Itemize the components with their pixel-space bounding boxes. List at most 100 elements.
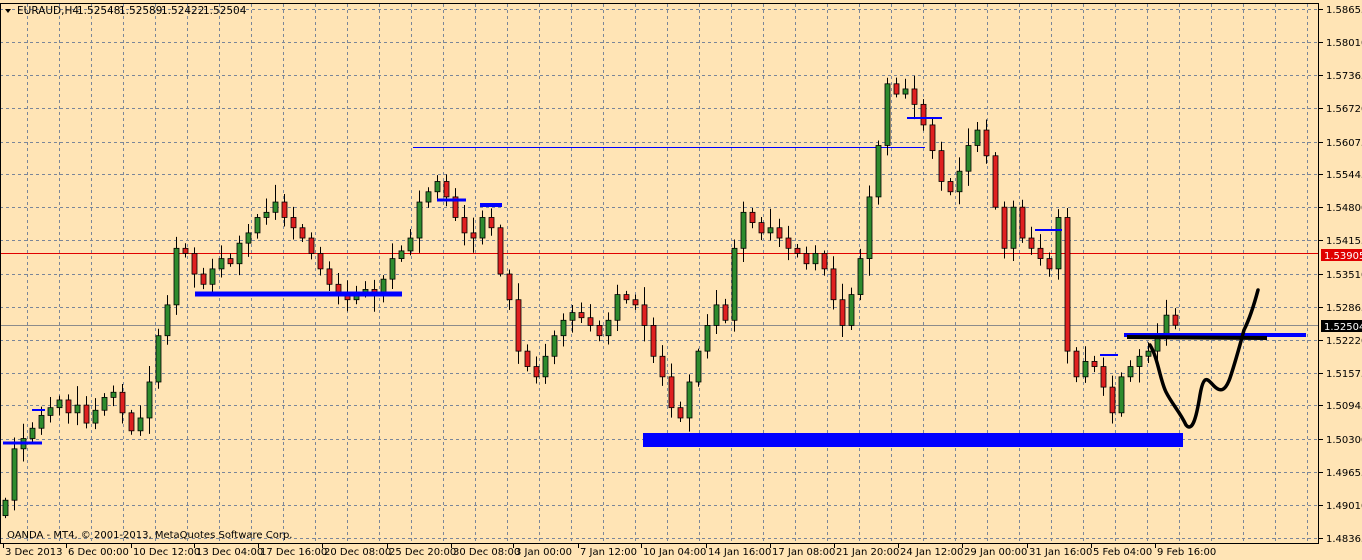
candle (605, 312, 612, 345)
candle (947, 177, 954, 196)
bear-candle-body (803, 253, 810, 265)
candle (884, 77, 891, 156)
candle (659, 345, 666, 386)
candle (614, 284, 621, 331)
bull-candle-body (209, 268, 216, 285)
candle (920, 99, 927, 131)
candle (839, 283, 846, 337)
x-tick-label: 31 Jan 16:00 (1029, 547, 1092, 558)
bull-candle-body (38, 414, 45, 429)
bear-candle-body (947, 181, 954, 193)
y-tick-label: 1.56075 (1326, 138, 1362, 149)
candle (830, 256, 837, 310)
candle (713, 290, 720, 335)
bull-candle-body (1010, 206, 1017, 249)
x-tick-label: 6 Dec 00:00 (68, 547, 129, 558)
bear-candle-body (587, 317, 594, 326)
bull-candle-body (263, 211, 270, 218)
red-level-label: 1.53905 (1321, 249, 1362, 262)
candle (317, 246, 324, 276)
bull-candle-body (164, 304, 171, 337)
bull-candle-body (236, 242, 243, 265)
bear-candle-body (776, 227, 783, 239)
candle (1100, 357, 1107, 396)
bull-candle-body (614, 294, 621, 321)
candle (1064, 207, 1071, 364)
red-level-value: 1.53905 (1324, 251, 1362, 262)
bear-candle-body (1100, 366, 1107, 388)
bear-candle-body (650, 325, 657, 357)
candle (785, 225, 792, 261)
y-tick-label: 1.54800 (1326, 203, 1362, 214)
bear-candle-body (668, 376, 675, 409)
candle (74, 386, 81, 426)
x-tick-label: 17 Dec 16:00 (260, 547, 327, 558)
candle (2, 497, 9, 519)
candle (272, 184, 279, 220)
candle (452, 188, 459, 221)
candle (155, 328, 162, 389)
candle (578, 302, 585, 323)
y-tick-label: 1.58010 (1326, 38, 1362, 49)
bull-candle-body (767, 227, 774, 234)
triangle-down-icon[interactable] (5, 9, 11, 13)
candle (542, 343, 549, 384)
bull-candle-body (884, 83, 891, 146)
x-tick-label: 7 Jan 12:00 (580, 547, 637, 558)
close-value: 1.52504 (203, 5, 247, 17)
candle (92, 398, 99, 430)
price-chart[interactable]: 1.58655 1.58010 1.57365 1.56720 1.56075 1.554… (0, 0, 1362, 560)
bull-candle-body (695, 350, 702, 383)
x-tick-label: 3 Dec 2013 (5, 547, 63, 558)
bid-value: 1.52504 (1324, 322, 1362, 333)
y-tick-label: 1.57365 (1326, 71, 1362, 82)
bull-candle-body (551, 335, 558, 357)
candle (110, 385, 117, 407)
bear-candle-body (470, 232, 477, 239)
candle (119, 384, 126, 424)
bull-candle-body (146, 381, 153, 419)
candle (902, 78, 909, 99)
bear-candle-body (1091, 361, 1098, 367)
bear-candle-body (677, 407, 684, 419)
bear-candle-body (1073, 350, 1080, 378)
y-tick-label: 1.58655 (1326, 5, 1362, 16)
y-tick-label: 1.48365 (1326, 534, 1362, 545)
bull-candle-body (560, 319, 567, 337)
x-tick-label: 25 Dec 20:00 (389, 547, 456, 558)
bear-candle-body (506, 273, 513, 301)
bull-candle-body (848, 294, 855, 326)
bear-candle-body (983, 129, 990, 157)
candle (731, 239, 738, 332)
bull-candle-body (389, 258, 396, 280)
bear-candle-body (182, 247, 189, 254)
bull-candle-body (605, 319, 612, 337)
y-tick-label: 1.49655 (1326, 468, 1362, 479)
candle (209, 258, 216, 292)
bull-candle-body (2, 499, 9, 517)
bull-candle-body (425, 191, 432, 203)
candle (1010, 200, 1017, 262)
candle (623, 290, 630, 304)
bear-candle-body (308, 237, 315, 254)
candle (1001, 201, 1008, 259)
bear-candle-body (326, 268, 333, 285)
bear-candle-body (785, 237, 792, 249)
candle (56, 395, 63, 416)
bear-candle-body (1172, 314, 1179, 326)
x-tick-label: 10 Dec 12:00 (133, 547, 200, 558)
bull-candle-body (29, 427, 36, 439)
candle (875, 140, 882, 205)
x-tick-label: 29 Jan 00:00 (964, 547, 1027, 558)
x-tick-label: 24 Jan 12:00 (900, 547, 963, 558)
candle (137, 405, 144, 436)
candle (650, 317, 657, 364)
x-tick-label: 3 Jan 00:00 (515, 547, 572, 558)
bear-candle-body (65, 399, 72, 414)
bull-candle-body (407, 237, 414, 252)
bear-candle-body (794, 247, 801, 254)
bull-candle-body (254, 217, 261, 234)
candle (767, 208, 774, 241)
bear-candle-body (1019, 206, 1026, 239)
time-axis: 3 Dec 2013 6 Dec 00:00 10 Dec 12:0013 Dec … (3, 543, 1216, 558)
